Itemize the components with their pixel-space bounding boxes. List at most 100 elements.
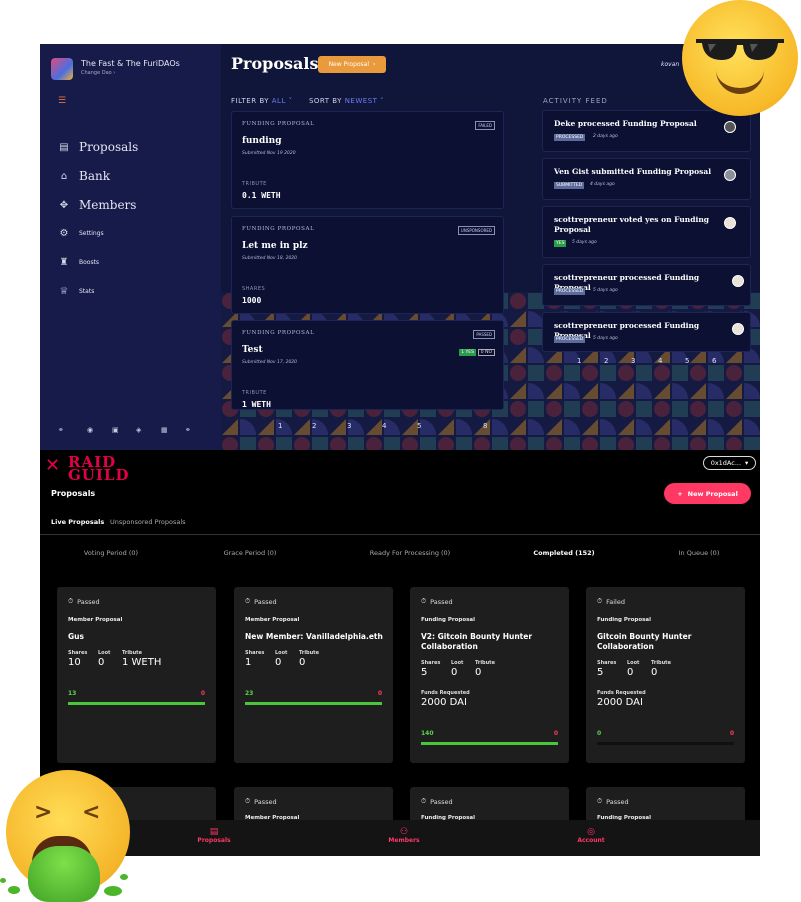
period-filter-queue[interactable]: In Queue (0) — [629, 549, 760, 557]
nav-proposals[interactable]: ▤ Proposals — [58, 140, 138, 154]
stat-label: Shares — [597, 660, 617, 666]
cool-sunglasses-emoji — [682, 0, 798, 116]
proposal-title: Let me in plz — [242, 241, 308, 251]
menu-icon[interactable]: ☰ — [58, 96, 66, 106]
status-label: Passed — [254, 797, 277, 806]
proposal-card[interactable]: ⏱ Passed Member Proposal Gus Shares 10 Loo… — [57, 587, 216, 763]
squint-eye-icon: > — [34, 800, 53, 825]
page-link[interactable]: 2 — [604, 357, 608, 365]
bottom-nav-label: Members — [388, 837, 420, 844]
stat-value: 5 — [597, 667, 604, 678]
proposal-card[interactable]: ⏱ Passed Funding Proposal V2: Gitcoin Bou… — [410, 587, 569, 763]
proposal-card[interactable]: ⏱ Failed Funding Proposal Gitcoin Bounty … — [586, 587, 745, 763]
proposal-card[interactable]: FUNDING PROPOSAL UNSPONSORED Let me in p… — [231, 216, 504, 314]
status: ⏱ Passed — [245, 797, 277, 806]
activity-tag: YES — [554, 240, 567, 247]
period-filter-completed[interactable]: Completed (152) — [494, 549, 634, 557]
dao-avatar[interactable] — [51, 58, 73, 80]
vote-bar — [421, 742, 558, 745]
activity-item[interactable]: scottrepreneur processed Funding Proposa… — [542, 312, 751, 352]
docs-icon[interactable]: ▣ — [112, 426, 119, 434]
activity-tag: SUBMITTED — [554, 182, 585, 189]
nav-bank[interactable]: ⌂ Bank — [58, 169, 110, 183]
page-link[interactable]: 2 — [312, 422, 316, 430]
page-link[interactable]: 1 — [577, 357, 581, 365]
main-content: Proposals New Proposal › kovan FILTER BY… — [221, 44, 760, 450]
bottom-nav-proposals[interactable]: ▤ Proposals — [184, 827, 244, 844]
avatar — [724, 121, 736, 133]
new-proposal-button[interactable]: New Proposal › — [318, 56, 386, 73]
page-link[interactable]: 1 — [278, 422, 282, 430]
tribute-label: TRIBUTE — [242, 181, 267, 187]
bottom-nav-members[interactable]: ⚇ Members — [374, 827, 434, 844]
tab-live-proposals[interactable]: Live Proposals — [51, 518, 104, 526]
bottom-nav-label: Account — [577, 837, 605, 844]
link-icon[interactable]: ⚭ — [58, 426, 64, 434]
loot-stat: Loot 0 — [98, 650, 110, 668]
stat-value: 10 — [68, 657, 81, 668]
chain-icon[interactable]: ⚭ — [185, 426, 191, 434]
nav-label: Members — [79, 198, 137, 212]
proposal-title: funding — [242, 136, 282, 146]
nav-members[interactable]: ✥ Members — [58, 198, 137, 212]
proposal-card[interactable]: FUNDING PROPOSAL PASSED 1 YES 0 NO Test … — [231, 320, 504, 410]
status: ⏱ Passed — [245, 597, 277, 606]
no-votes: 0 — [729, 730, 734, 737]
stat-label: Loot — [627, 660, 640, 666]
period-filter-grace[interactable]: Grace Period (0) — [180, 549, 320, 557]
page-link[interactable]: 8 — [483, 422, 487, 430]
proposal-type: FUNDING PROPOSAL — [242, 121, 315, 127]
proposal-card[interactable]: ⏱ Passed Member Proposal New Member: Vani… — [234, 587, 393, 763]
page-link[interactable]: 4 — [658, 357, 662, 365]
crossed-swords-icon: ✕ — [45, 455, 61, 476]
no-votes: 0 — [553, 730, 558, 737]
funds-requested-label: Funds Requested — [597, 690, 646, 696]
sort-select[interactable]: NEWEST — [345, 97, 378, 105]
stat-label: Loot — [98, 650, 111, 656]
page-link[interactable]: 6 — [712, 357, 716, 365]
filter-select[interactable]: ALL — [272, 97, 286, 105]
telegram-icon[interactable]: ◈ — [136, 426, 141, 434]
stat-label: Tribute — [299, 650, 319, 656]
activity-time: 4 days ago — [590, 182, 615, 187]
activity-time: 2 days ago — [593, 134, 618, 139]
stats-icon: ♕ — [59, 286, 69, 297]
discord-icon[interactable]: ◉ — [87, 426, 93, 434]
stat-value: 1 WETH — [122, 657, 162, 668]
stat-value: 0 — [299, 657, 306, 668]
period-filter-voting[interactable]: Voting Period (0) — [41, 549, 181, 557]
loot-stat: Loot 0 — [627, 660, 639, 678]
proposal-title: Gus — [68, 632, 84, 641]
nav-boosts[interactable]: ♜ Boosts — [58, 257, 100, 268]
nav-stats[interactable]: ♕ Stats — [58, 286, 95, 297]
page-link[interactable]: 5 — [417, 422, 421, 430]
new-proposal-label: New Proposal — [687, 489, 738, 498]
page-link[interactable]: 5 — [685, 357, 689, 365]
activity-item[interactable]: Ven Gist submitted Funding Proposal SUBM… — [542, 158, 751, 200]
activity-item[interactable]: scottrepreneur processed Funding Proposa… — [542, 264, 751, 306]
page-title: Proposals — [231, 54, 319, 73]
page-link[interactable]: 3 — [631, 357, 635, 365]
proposal-card[interactable]: FUNDING PROPOSAL FAILED funding Submitte… — [231, 111, 504, 209]
activity-item[interactable]: scottrepreneur voted yes on Funding Prop… — [542, 206, 751, 258]
activity-item[interactable]: Deke processed Funding Proposal PROCESSE… — [542, 110, 751, 152]
bottom-nav: ▤ Proposals ⚇ Members ◎ Account — [40, 820, 760, 856]
period-filter-ready[interactable]: Ready For Processing (0) — [340, 549, 480, 557]
proposal-title: V2: Gitcoin Bounty Hunter Collaboration — [421, 632, 533, 651]
bottom-nav-account[interactable]: ◎ Account — [561, 827, 621, 844]
change-dao-link[interactable]: Change Dao › — [81, 70, 115, 76]
page-link[interactable]: 4 — [382, 422, 386, 430]
tribute-value: 1 WETH — [242, 400, 271, 409]
page-title: Proposals — [51, 489, 96, 498]
account-button[interactable]: 0x1dAc... ▾ — [703, 456, 756, 470]
status: ⏱ Passed — [597, 797, 629, 806]
raidguild-logo[interactable]: RAID GUILD — [68, 455, 129, 483]
tribute-stat: Tribute 0 — [651, 660, 671, 678]
timer-icon: ⏱ — [597, 597, 603, 605]
nav-settings[interactable]: ⚙ Settings — [58, 228, 104, 239]
sunglasses-icon — [696, 39, 784, 60]
page-link[interactable]: 3 — [347, 422, 351, 430]
new-proposal-button[interactable]: + New Proposal — [664, 483, 751, 504]
medium-icon[interactable]: ▦ — [161, 426, 168, 434]
tab-unsponsored-proposals[interactable]: Unsponsored Proposals — [110, 518, 186, 526]
